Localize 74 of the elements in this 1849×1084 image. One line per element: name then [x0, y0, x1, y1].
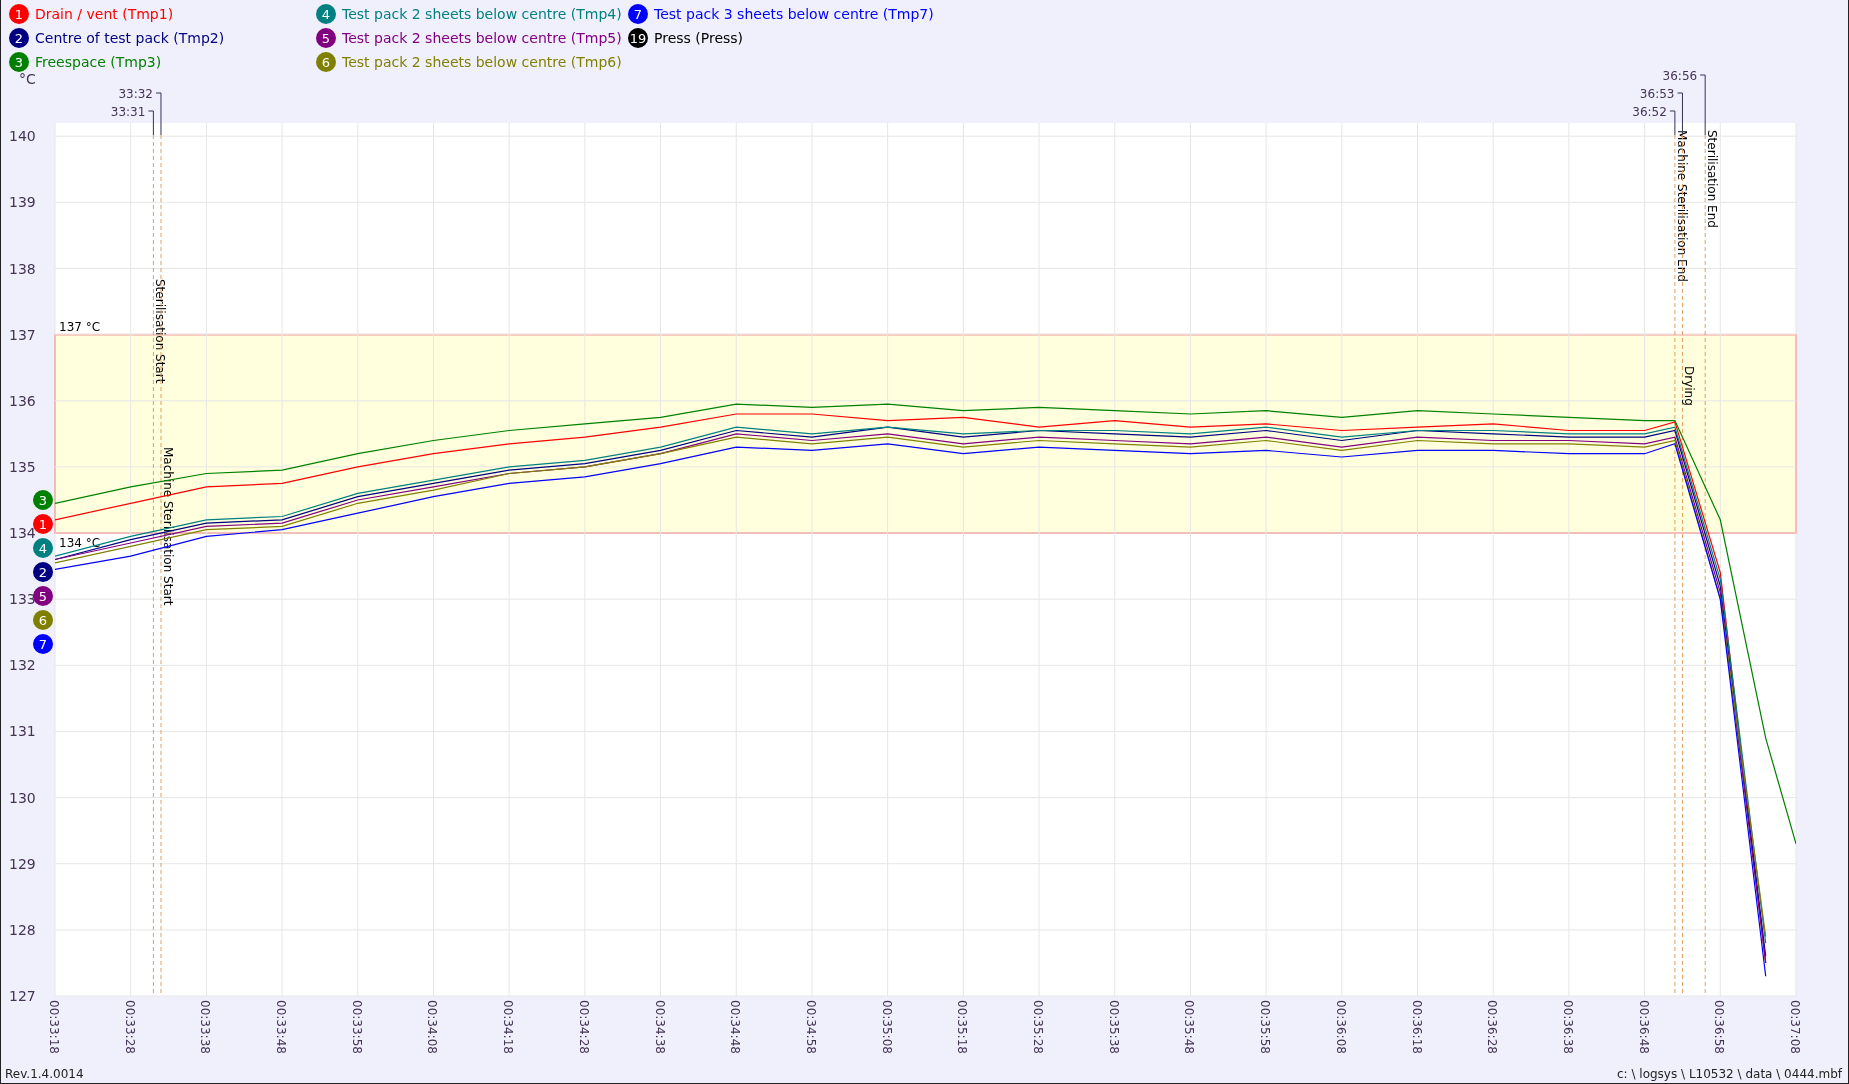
series-badge: 3	[9, 52, 29, 72]
x-tick-label: 00:36:48	[1636, 1000, 1651, 1054]
series-badge: 4	[33, 538, 53, 558]
y-tick-label: 134	[9, 525, 36, 542]
x-tick-label: 00:37:08	[1788, 1000, 1802, 1054]
y-tick-label: 137	[9, 326, 36, 343]
legend-label: Test pack 2 sheets below centre (Tmp4)	[342, 6, 622, 22]
x-tick-label: 00:36:18	[1409, 1000, 1424, 1054]
event-time-label: 33:31	[110, 105, 146, 119]
axis-unit-label: °C	[19, 71, 36, 87]
series-badge: 5	[316, 28, 336, 48]
x-tick-label: 00:33:18	[47, 1000, 61, 1054]
x-tick-label: 00:36:08	[1333, 1000, 1348, 1054]
legend-label: Press (Press)	[654, 30, 744, 46]
event-time-label: 33:32	[118, 87, 153, 101]
y-tick-label: 127	[9, 988, 36, 1004]
series-badge: 7	[33, 634, 53, 654]
x-tick-label: 00:36:58	[1712, 1000, 1727, 1054]
x-tick-label: 00:34:18	[501, 1000, 516, 1054]
x-tick-label: 00:36:28	[1485, 1000, 1500, 1054]
file-path-label: c: \ logsys \ L10532 \ data \ 0444.mbf	[1617, 1067, 1842, 1081]
legend-label: Test pack 2 sheets below centre (Tmp6)	[342, 54, 622, 70]
series-badge: 2	[9, 28, 29, 48]
y-tick-label: 136	[9, 392, 36, 409]
x-tick-label: 00:34:48	[728, 1000, 743, 1054]
series-badge: 6	[316, 52, 336, 72]
y-tick-label: 128	[9, 921, 36, 938]
x-tick-label: 00:34:08	[425, 1000, 440, 1054]
event-time-label: 36:56	[1662, 69, 1698, 83]
x-tick-label: 00:35:38	[1106, 1000, 1121, 1054]
y-tick-label: 132	[9, 657, 36, 674]
legend-label: Centre of test pack (Tmp2)	[35, 30, 225, 46]
y-tick-label: 131	[9, 723, 36, 740]
event-label: Machine Sterilisation End	[1674, 130, 1689, 282]
series-badge: 2	[33, 562, 53, 582]
event-label: Sterilisation Start	[153, 279, 168, 384]
x-tick-label: 00:33:38	[198, 1000, 213, 1054]
event-label: Machine Sterilisation Start	[160, 447, 175, 606]
legend-label: Test pack 3 sheets below centre (Tmp7)	[654, 6, 934, 22]
revision-label: Rev.1.4.0014	[5, 1067, 84, 1081]
y-tick-label: 129	[9, 855, 36, 872]
legend-label: Test pack 2 sheets below centre (Tmp5)	[342, 30, 622, 46]
legend-label: Drain / vent (Tmp1)	[35, 6, 174, 22]
event-time-label: 36:53	[1639, 87, 1675, 101]
series-badge: 1	[9, 4, 29, 24]
event-label: Drying	[1682, 366, 1697, 406]
series-badge: 4	[316, 4, 336, 24]
legend-label: Freespace (Tmp3)	[35, 54, 162, 70]
x-tick-label: 00:34:58	[803, 1000, 818, 1054]
y-tick-label: 139	[9, 194, 36, 211]
series-badge: 7	[628, 4, 648, 24]
x-tick-label: 00:34:38	[652, 1000, 667, 1054]
x-tick-label: 00:33:28	[122, 1000, 137, 1054]
y-tick-label: 130	[9, 789, 36, 806]
event-time-label: 36:52	[1632, 105, 1667, 119]
series-badge: 3	[33, 490, 53, 510]
x-tick-label: 00:33:48	[274, 1000, 289, 1054]
x-tick-label: 00:35:48	[1182, 1000, 1197, 1054]
y-tick-label: 138	[9, 260, 36, 277]
x-tick-label: 00:35:18	[955, 1000, 970, 1054]
series-badge: 19	[628, 28, 648, 48]
x-tick-label: 00:33:58	[349, 1000, 364, 1054]
x-tick-label: 00:36:38	[1560, 1000, 1575, 1054]
x-tick-label: 00:35:08	[879, 1000, 894, 1054]
series-badge: 6	[33, 610, 53, 630]
y-tick-label: 133	[9, 591, 36, 608]
limit-label: 137 °C	[59, 319, 101, 334]
y-tick-label: 135	[9, 458, 36, 475]
series-badge: 1	[33, 514, 53, 534]
x-tick-label: 00:34:28	[576, 1000, 591, 1054]
y-tick-label: 140	[9, 128, 36, 145]
x-tick-label: 00:35:28	[1031, 1000, 1046, 1054]
event-label: Sterilisation End	[1705, 130, 1720, 228]
x-tick-label: 00:35:58	[1258, 1000, 1273, 1054]
